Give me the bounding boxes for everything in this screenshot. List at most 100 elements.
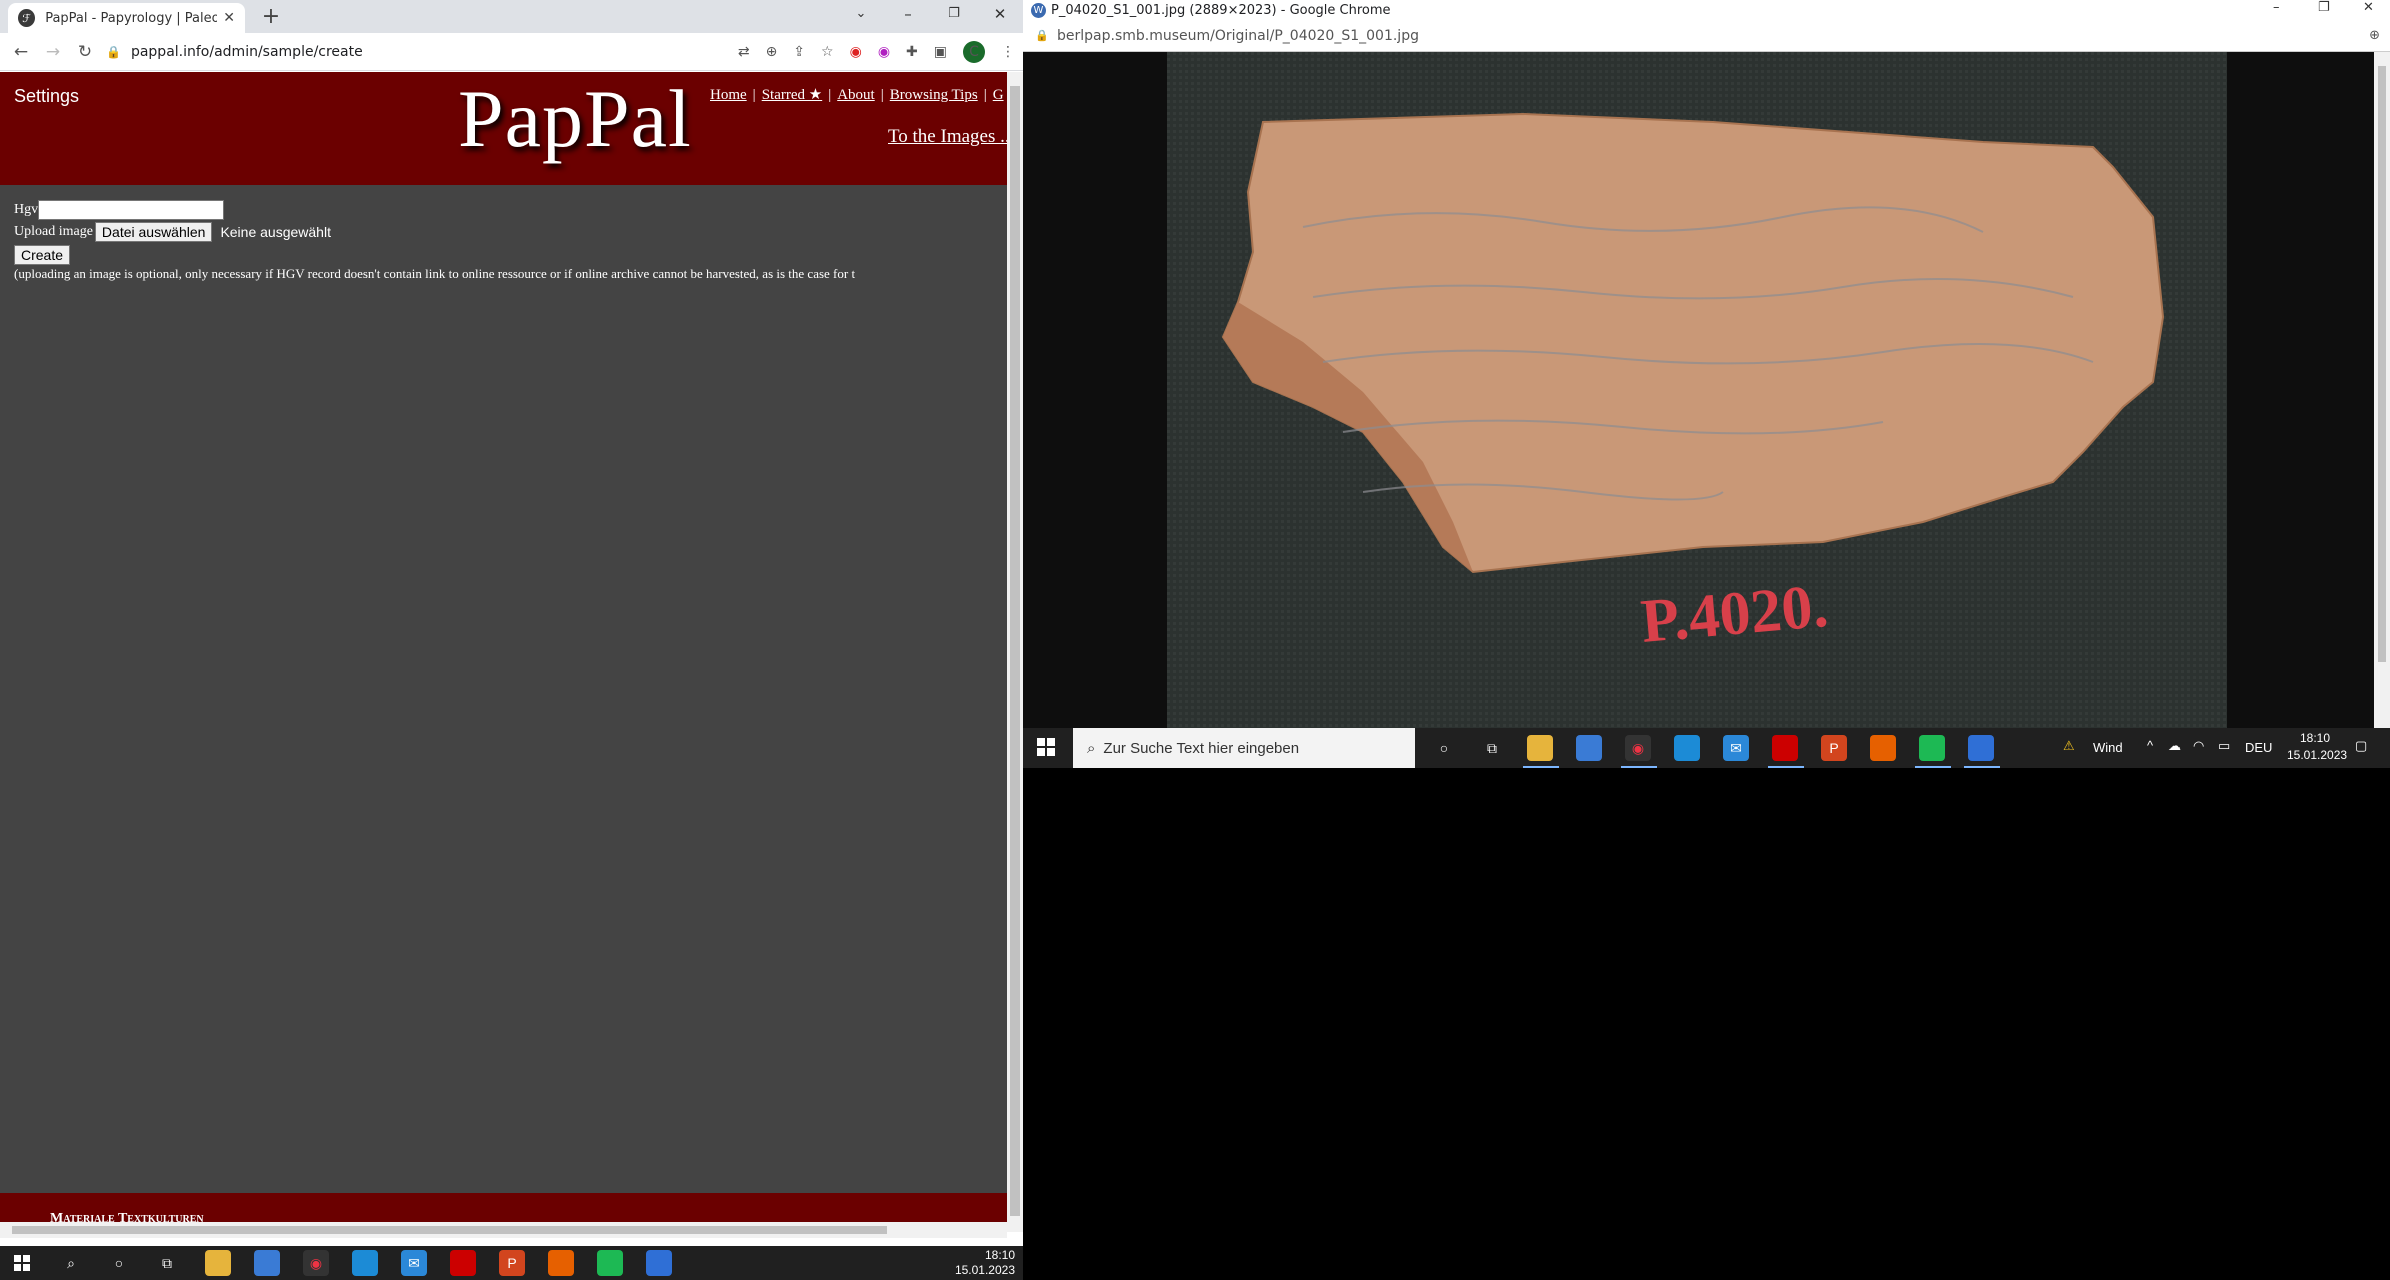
pappal-banner: Settings PapPal Home | Starred ★ | About | Bro… [0,72,1007,185]
upload-note: (uploading an image is optional, only ne… [14,266,856,281]
firefox-icon[interactable] [1870,735,1896,761]
forward-icon[interactable]: → [42,41,64,63]
file-explorer-icon[interactable] [1527,735,1553,761]
extensions-puzzle-icon[interactable]: ✚ [906,44,918,60]
cortana-icon[interactable]: ○ [1431,735,1457,761]
profile-avatar[interactable]: C [963,41,985,63]
left-browser-window: ℱ PapPal - Papyrology | Paleograph ✕ + ⌄… [0,0,1023,1246]
right-title-bar: W P_04020_S1_001.jpg (2889×2023) - Googl… [1023,0,2390,22]
right-address-bar[interactable]: 🔒 berlpap.smb.museum/Original/P_04020_S1… [1023,22,2390,52]
close-window-button[interactable]: ✕ [977,0,1023,30]
search-icon: ⌕ [1087,739,1096,757]
page-vertical-scrollbar[interactable] [1007,72,1023,1232]
reload-icon[interactable]: ↻ [74,41,96,63]
main-clock-time: 18:10 [984,1248,1015,1262]
right-vertical-scrollbar[interactable] [2374,52,2390,728]
onedrive-icon[interactable]: ☁ [2168,738,2181,754]
extension-purple-icon[interactable]: ◉ [878,44,890,60]
powerpoint-icon[interactable]: P [1821,735,1847,761]
right-window-title: P_04020_S1_001.jpg (2889×2023) - Google … [1051,3,1391,18]
main-taskbar: ⌕ ○ ⧉ ◉ ✉ P 18:10 15.01.2023 [0,1246,1023,1280]
hgv-label: Hgv [14,202,39,217]
tab-search-icon[interactable]: ⌄ [838,0,884,30]
nav-browsing-tips[interactable]: Browsing Tips [890,87,978,103]
wifi-icon[interactable]: ◠ [2193,738,2204,754]
taskbar-search-box[interactable]: ⌕ Zur Suche Text hier eingeben [1073,728,1415,768]
close-tab-icon[interactable]: ✕ [223,10,235,26]
main-file-explorer-icon[interactable] [205,1250,231,1276]
hgv-input[interactable] [38,200,225,220]
back-icon[interactable]: ← [10,41,32,63]
right-close-button[interactable]: ✕ [2363,0,2374,15]
main-edge-icon[interactable] [352,1250,378,1276]
menu-kebab-icon[interactable]: ⋮ [1001,44,1015,60]
sidepanel-icon[interactable]: ▣ [934,44,947,60]
nav-starred[interactable]: Starred ★ [762,87,823,103]
page-horizontal-scrollbar[interactable] [0,1222,1007,1238]
edge-icon[interactable] [1674,735,1700,761]
main-mail-icon[interactable]: ✉ [401,1250,427,1276]
main-task-view-icon[interactable]: ⧉ [154,1250,180,1276]
notification-icon[interactable]: ▢ [2355,738,2367,754]
right-clock-date: 15.01.2023 [2287,748,2348,762]
pappal-page: Settings PapPal Home | Starred ★ | About | Bro… [0,72,1007,1232]
zoom-icon[interactable]: ⊕ [766,44,778,60]
chrome-icon[interactable]: ◉ [1625,735,1651,761]
right-clock-time: 18:10 [2300,731,2331,745]
main-firefox-icon[interactable] [548,1250,574,1276]
right-zoom-icon[interactable]: ⊕ [2369,28,2380,43]
wordpress-favicon: W [1031,3,1046,18]
toolbar-actions: ⇄ ⊕ ⇪ ☆ ◉ ◉ ✚ ▣ C ⋮ [738,41,1015,63]
nav-home[interactable]: Home [710,87,747,103]
choose-file-button[interactable]: Datei auswählen [94,222,213,242]
share-icon[interactable]: ⇪ [793,44,805,60]
main-powerpoint-icon[interactable]: P [499,1250,525,1276]
bookmark-star-icon[interactable]: ☆ [821,44,834,60]
extension-red-icon[interactable]: ◉ [850,44,862,60]
ostracon-image[interactable]: P.4020. [1023,52,2374,728]
mail-icon[interactable]: ✉ [1723,735,1749,761]
translate-icon[interactable]: ⇄ [738,44,750,60]
minimize-button[interactable]: – [885,0,931,30]
main-photos-icon[interactable] [646,1250,672,1276]
new-tab-button[interactable]: + [258,4,284,30]
weather-warning-icon[interactable]: ⚠ [2063,738,2075,754]
nav-about[interactable]: About [837,87,875,103]
battery-icon[interactable]: ▭ [2218,738,2230,754]
no-file-selected-text: Keine ausgewählt [220,224,331,240]
weather-label[interactable]: Wind [2093,740,2123,755]
language-indicator[interactable]: DEU [2245,740,2272,755]
right-lock-icon: 🔒 [1035,29,1049,42]
to-images-link[interactable]: To the Images ... [888,126,1007,148]
right-taskbar: ⌕ Zur Suche Text hier eingeben ○ ⧉ ◉ ✉ P… [1023,728,2390,768]
photos-icon[interactable] [1968,735,1994,761]
main-acrobat-icon[interactable] [450,1250,476,1276]
main-cortana-icon[interactable]: ○ [106,1250,132,1276]
main-start-icon[interactable] [14,1255,30,1271]
restore-button[interactable]: ❐ [931,0,977,30]
nav-truncated[interactable]: G [993,87,1004,103]
main-clock-date: 15.01.2023 [954,1263,1015,1277]
tab-strip: ℱ PapPal - Papyrology | Paleograph ✕ + ⌄… [0,0,1023,33]
upload-image-label: Upload image [14,224,93,239]
create-button[interactable]: Create [14,245,71,265]
acrobat-icon[interactable] [1772,735,1798,761]
browser-tab[interactable]: ℱ PapPal - Papyrology | Paleograph ✕ [8,3,245,33]
windows-start-icon[interactable] [1037,738,1055,756]
task-view-icon[interactable]: ⧉ [1479,735,1505,761]
settings-link[interactable]: Settings [14,86,79,107]
main-spotify-icon[interactable] [597,1250,623,1276]
search-placeholder: Zur Suche Text hier eingeben [1103,739,1300,757]
image-viewer: P.4020. [1023,52,2374,728]
right-restore-button[interactable]: ❐ [2318,0,2330,15]
spotify-icon[interactable] [1919,735,1945,761]
main-store-icon[interactable] [254,1250,280,1276]
main-search-icon[interactable]: ⌕ [58,1250,84,1276]
pappal-logo: PapPal [458,73,692,164]
lock-icon: 🔒 [106,45,121,59]
main-chrome-icon[interactable]: ◉ [303,1250,329,1276]
right-minimize-button[interactable]: – [2273,0,2280,15]
right-address-url: berlpap.smb.museum/Original/P_04020_S1_0… [1057,28,1419,44]
tray-chevron-icon[interactable]: ^ [2147,738,2153,753]
store-icon[interactable] [1576,735,1602,761]
